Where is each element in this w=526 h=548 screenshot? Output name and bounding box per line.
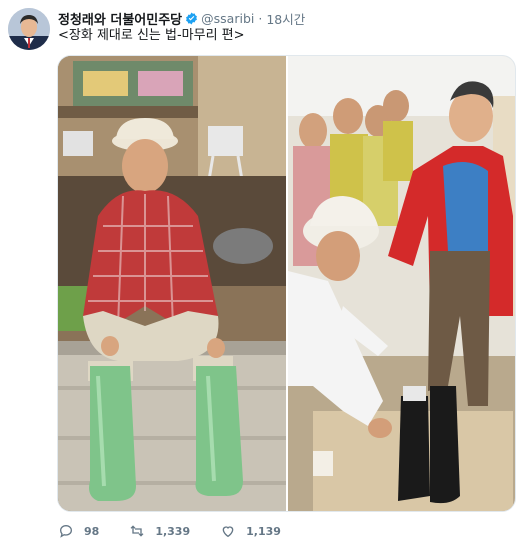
timestamp[interactable]: 18시간 [266,9,305,28]
boot-black-right [430,386,460,504]
like-count: 1,139 [246,524,281,538]
tweet-header: 정청래와 더불어민주당 @ssaribi · 18시간 [58,8,305,28]
retweet-count: 1,339 [155,524,191,538]
display-name[interactable]: 정청래와 더불어민주당 [58,9,182,28]
boot-black-left [398,396,430,501]
boot-right [195,366,243,496]
avatar[interactable] [8,8,50,50]
left-photo [58,56,286,511]
reply-icon [59,524,73,538]
boot-left [89,366,136,501]
avatar-photo [8,8,50,50]
tweet-card[interactable]: 정청래와 더불어민주당 @ssaribi · 18시간 <장화 제대로 신는 법… [0,0,526,548]
reply-button[interactable]: 98 [58,523,99,539]
verified-badge-icon [186,12,198,24]
tweet-text: <장화 제대로 신는 법-마무리 편> [58,28,245,43]
separator-dot: · [258,10,263,26]
like-button[interactable]: 1,139 [220,523,281,539]
right-photo [288,56,515,511]
tweet-media[interactable] [57,55,516,512]
retweet-button[interactable]: 1,339 [129,523,190,539]
tweet-actions: 98 1,339 1,139 [58,520,311,542]
user-handle[interactable]: @ssaribi [201,11,254,26]
heart-icon [222,526,234,538]
reply-count: 98 [84,524,100,538]
retweet-icon [130,525,144,537]
